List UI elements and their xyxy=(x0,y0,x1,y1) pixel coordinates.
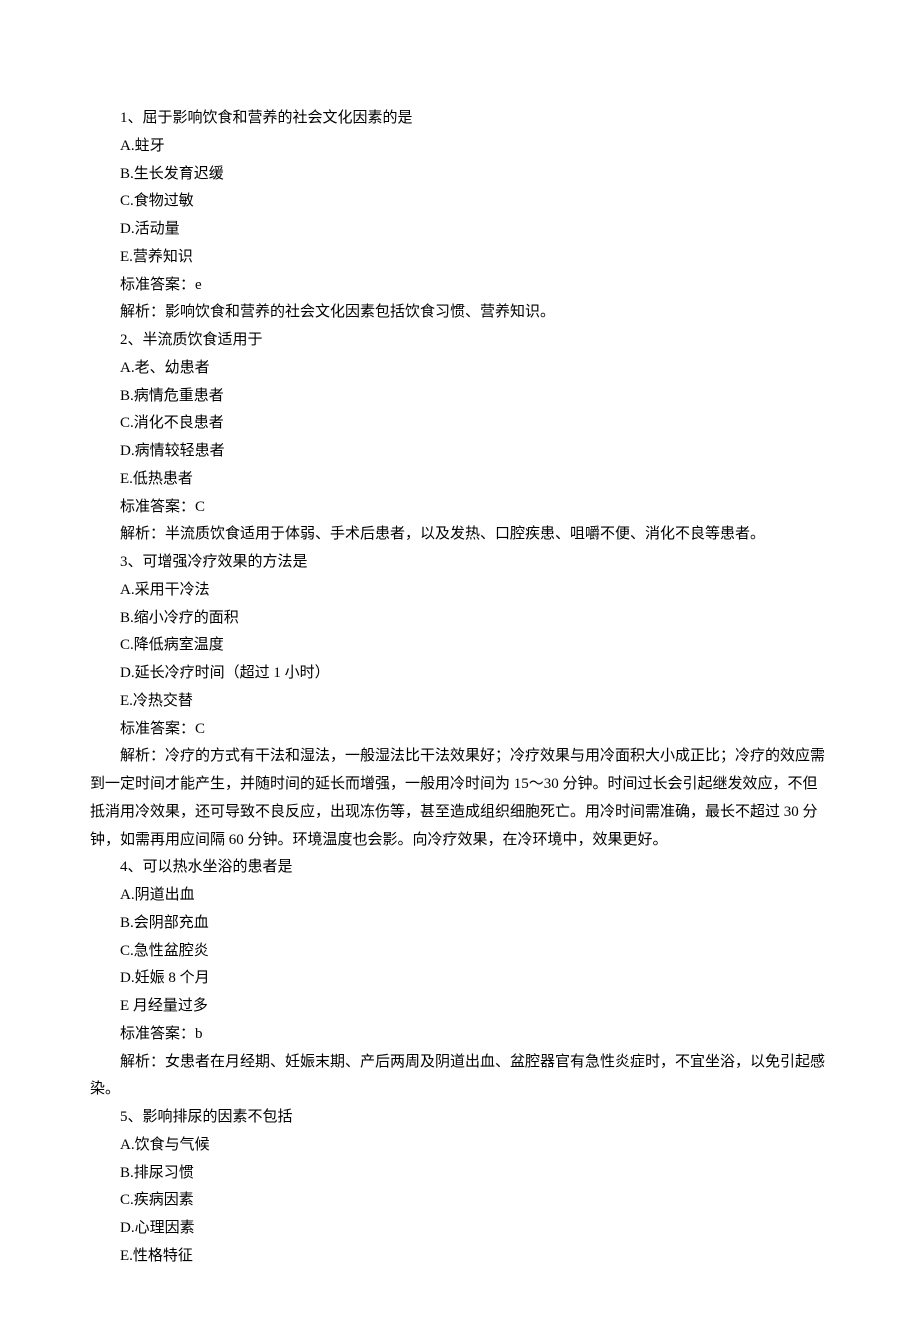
question-number: 3、 xyxy=(120,554,143,570)
option-a: A.阴道出血 xyxy=(90,882,830,910)
answer-line: 标准答案：b xyxy=(90,1021,830,1049)
question-text: 可增强冷疗效果的方法是 xyxy=(143,554,308,570)
option-a: A.蛀牙 xyxy=(90,133,830,161)
option-c: C.食物过敏 xyxy=(90,188,830,216)
option-a: A.老、幼患者 xyxy=(90,355,830,383)
answer-label: 标准答案： xyxy=(120,1026,195,1042)
question-stem: 1、屈于影响饮食和营养的社会文化因素的是 xyxy=(90,105,830,133)
question-number: 2、 xyxy=(120,332,143,348)
question-stem: 4、可以热水坐浴的患者是 xyxy=(90,854,830,882)
answer-label: 标准答案： xyxy=(120,499,195,515)
explanation-text: 解析：半流质饮食适用于体弱、手术后患者，以及发热、口腔疾患、咀嚼不便、消化不良等… xyxy=(90,521,830,549)
answer-value: C xyxy=(195,721,205,737)
option-a: A.采用干冷法 xyxy=(90,577,830,605)
question-text: 可以热水坐浴的患者是 xyxy=(143,859,293,875)
option-b: B.生长发育迟缓 xyxy=(90,161,830,189)
answer-value: C xyxy=(195,499,205,515)
answer-value: e xyxy=(195,277,202,293)
option-b: B.病情危重患者 xyxy=(90,383,830,411)
answer-label: 标准答案： xyxy=(120,721,195,737)
answer-value: b xyxy=(195,1026,203,1042)
explanation-text: 解析：影响饮食和营养的社会文化因素包括饮食习惯、营养知识。 xyxy=(90,299,830,327)
option-e: E.低热患者 xyxy=(90,466,830,494)
question-stem: 5、影响排尿的因素不包括 xyxy=(90,1104,830,1132)
question-text: 屈于影响饮食和营养的社会文化因素的是 xyxy=(143,110,413,126)
option-d: D.心理因素 xyxy=(90,1215,830,1243)
question-text: 半流质饮食适用于 xyxy=(143,332,263,348)
option-d: D.妊娠 8 个月 xyxy=(90,965,830,993)
question-text: 影响排尿的因素不包括 xyxy=(143,1109,293,1125)
question-number: 4、 xyxy=(120,859,143,875)
option-d: D.活动量 xyxy=(90,216,830,244)
answer-line: 标准答案：e xyxy=(90,272,830,300)
explanation-text: 解析：冷疗的方式有干法和湿法，一般湿法比干法效果好；冷疗效果与用冷面积大小成正比… xyxy=(90,743,830,854)
option-d: D.病情较轻患者 xyxy=(90,438,830,466)
option-e: E.冷热交替 xyxy=(90,688,830,716)
option-e: E.营养知识 xyxy=(90,244,830,272)
answer-line: 标准答案：C xyxy=(90,716,830,744)
option-c: C.急性盆腔炎 xyxy=(90,938,830,966)
option-b: B.排尿习惯 xyxy=(90,1160,830,1188)
option-c: C.降低病室温度 xyxy=(90,632,830,660)
option-c: C.疾病因素 xyxy=(90,1187,830,1215)
option-d: D.延长冷疗时间（超过 1 小时） xyxy=(90,660,830,688)
option-b: B.缩小冷疗的面积 xyxy=(90,605,830,633)
explanation-text: 解析：女患者在月经期、妊娠末期、产后两周及阴道出血、盆腔器官有急性炎症时，不宜坐… xyxy=(90,1049,830,1105)
question-number: 5、 xyxy=(120,1109,143,1125)
option-e: E 月经量过多 xyxy=(90,993,830,1021)
question-stem: 3、可增强冷疗效果的方法是 xyxy=(90,549,830,577)
answer-label: 标准答案： xyxy=(120,277,195,293)
answer-line: 标准答案：C xyxy=(90,494,830,522)
question-stem: 2、半流质饮食适用于 xyxy=(90,327,830,355)
question-number: 1、 xyxy=(120,110,143,126)
option-e: E.性格特征 xyxy=(90,1243,830,1271)
option-a: A.饮食与气候 xyxy=(90,1132,830,1160)
document-page: 1、屈于影响饮食和营养的社会文化因素的是 A.蛀牙 B.生长发育迟缓 C.食物过… xyxy=(0,0,920,1331)
option-b: B.会阴部充血 xyxy=(90,910,830,938)
option-c: C.消化不良患者 xyxy=(90,410,830,438)
